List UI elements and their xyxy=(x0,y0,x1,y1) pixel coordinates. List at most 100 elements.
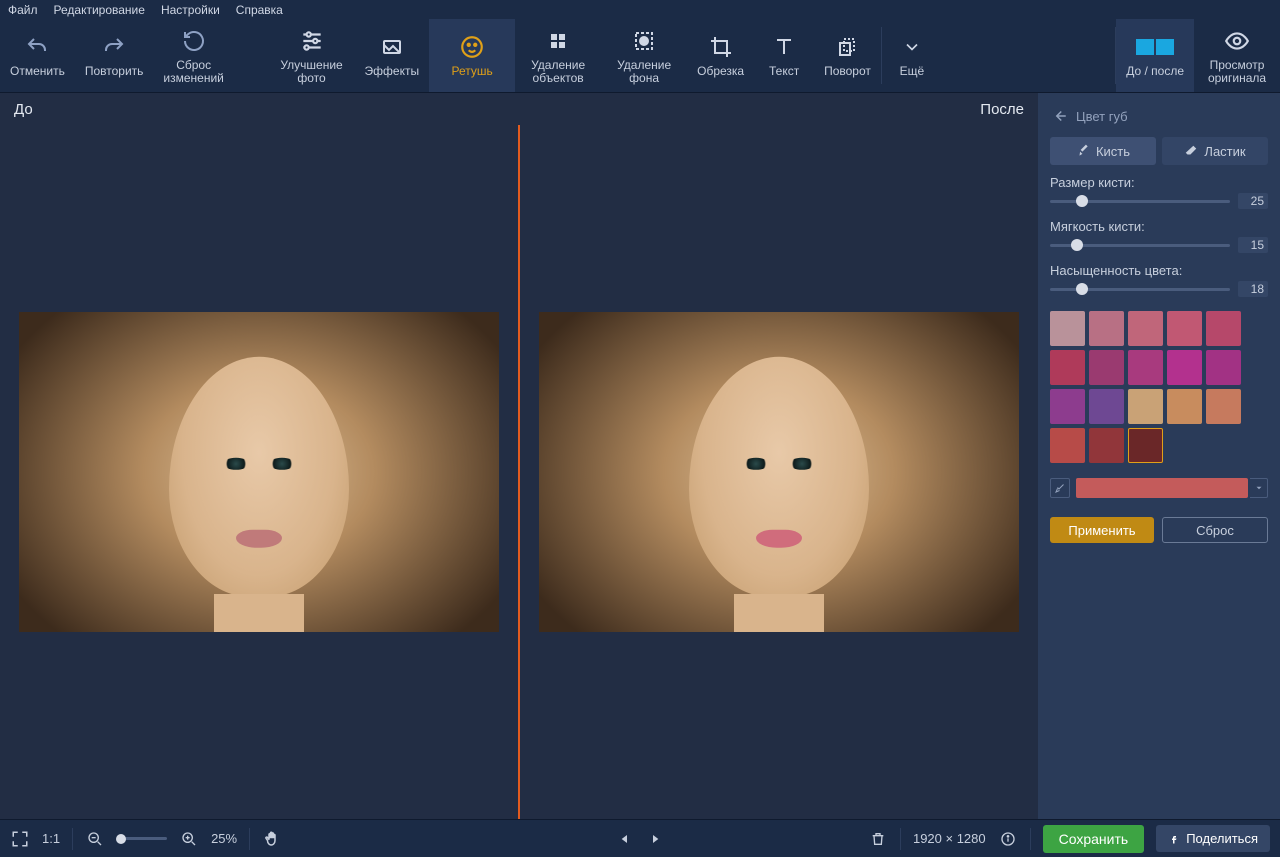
hand-tool-button[interactable] xyxy=(262,829,282,849)
zoom-value: 25% xyxy=(211,831,237,846)
undo-icon xyxy=(25,33,49,61)
nav-arrows xyxy=(615,829,665,849)
text-button[interactable]: Текст xyxy=(754,19,814,92)
fullscreen-button[interactable] xyxy=(10,829,30,849)
brush-icon xyxy=(1076,144,1090,158)
rotate-button[interactable]: Поворот xyxy=(814,19,881,92)
brush-size-label: Размер кисти: xyxy=(1050,175,1268,190)
facebook-icon xyxy=(1168,833,1180,845)
custom-color-row xyxy=(1050,477,1268,499)
after-photo xyxy=(539,312,1019,632)
canvas-body[interactable] xyxy=(0,125,1038,819)
more-button[interactable]: Ещё xyxy=(882,19,942,92)
color-swatch[interactable] xyxy=(1128,389,1163,424)
brush-soft-value: 15 xyxy=(1238,237,1268,253)
panel-title: Цвет губ xyxy=(1076,109,1128,124)
zoom-out-button[interactable] xyxy=(85,829,105,849)
zoom-slider[interactable] xyxy=(117,837,167,840)
remove-object-icon xyxy=(546,27,570,55)
color-swatches xyxy=(1050,311,1268,463)
before-pane xyxy=(0,125,520,819)
eyedropper-button[interactable] xyxy=(1050,478,1070,498)
before-photo xyxy=(19,312,499,632)
menu-settings[interactable]: Настройки xyxy=(161,3,220,17)
brush-soft-row: Мягкость кисти: 15 xyxy=(1050,219,1268,253)
canvas-header: До После xyxy=(0,93,1038,125)
saturation-label: Насыщенность цвета: xyxy=(1050,263,1268,278)
delete-button[interactable] xyxy=(868,829,888,849)
back-icon[interactable] xyxy=(1050,107,1068,125)
brush-tab[interactable]: Кисть xyxy=(1050,137,1156,165)
view-original-button[interactable]: Просмотр оригинала xyxy=(1194,19,1280,92)
reset-button[interactable]: Сброс изменений xyxy=(153,19,233,92)
before-after-button[interactable]: До / после xyxy=(1116,19,1194,92)
menu-edit[interactable]: Редактирование xyxy=(54,3,145,17)
info-button[interactable] xyxy=(998,829,1018,849)
color-swatch[interactable] xyxy=(1167,350,1202,385)
remove-bg-button[interactable]: Удаление фона xyxy=(601,19,687,92)
panel-header: Цвет губ xyxy=(1050,105,1268,127)
compare-icon xyxy=(1135,33,1175,61)
next-image-button[interactable] xyxy=(645,829,665,849)
color-dropdown-button[interactable] xyxy=(1250,478,1268,498)
menu-file[interactable]: Файл xyxy=(8,3,38,17)
image-dimensions: 1920 × 1280 xyxy=(913,831,986,846)
eraser-icon xyxy=(1184,144,1198,158)
brush-size-slider[interactable] xyxy=(1050,200,1230,203)
save-button[interactable]: Сохранить xyxy=(1043,825,1145,853)
rotate-icon xyxy=(835,33,859,61)
effects-button[interactable]: Эффекты xyxy=(355,19,430,92)
color-swatch[interactable] xyxy=(1128,350,1163,385)
menu-help[interactable]: Справка xyxy=(236,3,283,17)
saturation-slider[interactable] xyxy=(1050,288,1230,291)
color-swatch[interactable] xyxy=(1128,428,1163,463)
sliders-icon xyxy=(299,27,325,55)
menu-bar: Файл Редактирование Настройки Справка xyxy=(0,0,1280,19)
color-swatch[interactable] xyxy=(1167,389,1202,424)
color-swatch[interactable] xyxy=(1089,311,1124,346)
brush-eraser-tabs: Кисть Ластик xyxy=(1050,137,1268,165)
crop-button[interactable]: Обрезка xyxy=(687,19,754,92)
workspace: До После Цвет губ Кисть xyxy=(0,93,1280,819)
crop-icon xyxy=(709,33,733,61)
color-swatch[interactable] xyxy=(1050,389,1085,424)
effects-icon xyxy=(380,33,404,61)
saturation-value: 18 xyxy=(1238,281,1268,297)
face-icon xyxy=(459,33,485,61)
after-label: После xyxy=(980,101,1024,118)
before-label: До xyxy=(14,101,33,118)
side-panel: Цвет губ Кисть Ластик Размер кисти: 25 М… xyxy=(1038,93,1280,819)
cancel-button[interactable]: Сброс xyxy=(1162,517,1268,543)
share-button[interactable]: Поделиться xyxy=(1156,825,1270,852)
color-swatch[interactable] xyxy=(1206,311,1241,346)
color-swatch[interactable] xyxy=(1089,428,1124,463)
color-swatch[interactable] xyxy=(1206,350,1241,385)
retouch-button[interactable]: Ретушь xyxy=(429,19,515,92)
enhance-button[interactable]: Улучшение фото xyxy=(269,19,355,92)
color-swatch[interactable] xyxy=(1128,311,1163,346)
color-swatch[interactable] xyxy=(1050,311,1085,346)
remove-objects-button[interactable]: Удаление объектов xyxy=(515,19,601,92)
apply-button[interactable]: Применить xyxy=(1050,517,1154,543)
bottom-bar: 1:1 25% 1920 × 1280 Сохранить Поделиться xyxy=(0,819,1280,857)
redo-button[interactable]: Повторить xyxy=(75,19,154,92)
undo-button[interactable]: Отменить xyxy=(0,19,75,92)
eye-icon xyxy=(1224,27,1250,55)
zoom-in-button[interactable] xyxy=(179,829,199,849)
color-swatch[interactable] xyxy=(1050,350,1085,385)
after-pane xyxy=(520,125,1038,819)
color-swatch[interactable] xyxy=(1089,350,1124,385)
panel-actions: Применить Сброс xyxy=(1050,517,1268,543)
color-swatch[interactable] xyxy=(1089,389,1124,424)
fit-label[interactable]: 1:1 xyxy=(42,831,60,846)
chevron-down-icon xyxy=(902,33,922,61)
main-toolbar: Отменить Повторить Сброс изменений Улучш… xyxy=(0,19,1280,93)
brush-size-row: Размер кисти: 25 xyxy=(1050,175,1268,209)
brush-soft-slider[interactable] xyxy=(1050,244,1230,247)
prev-image-button[interactable] xyxy=(615,829,635,849)
color-swatch[interactable] xyxy=(1050,428,1085,463)
color-swatch[interactable] xyxy=(1167,311,1202,346)
selected-color-preview xyxy=(1076,478,1248,498)
eraser-tab[interactable]: Ластик xyxy=(1162,137,1268,165)
color-swatch[interactable] xyxy=(1206,389,1241,424)
